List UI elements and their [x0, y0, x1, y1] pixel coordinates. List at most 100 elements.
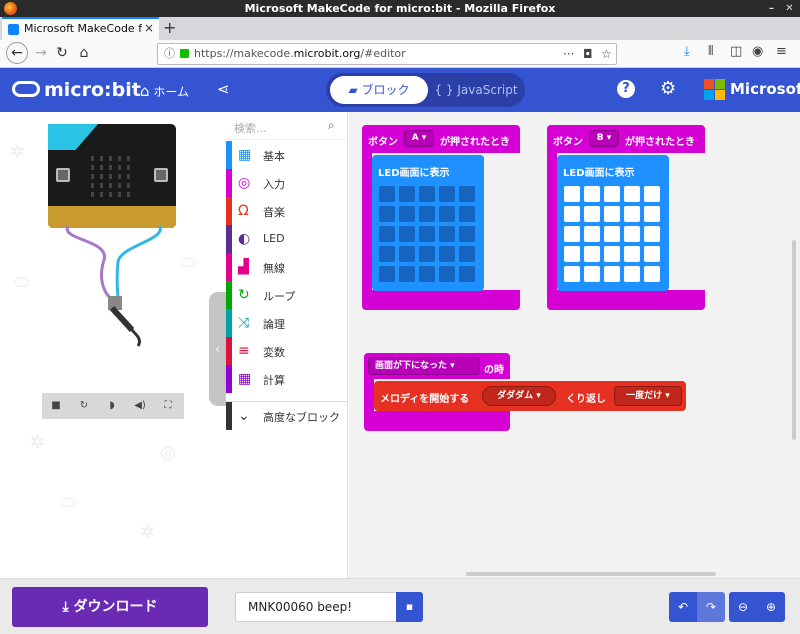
led-cell[interactable]: [624, 206, 640, 222]
led-cell[interactable]: [419, 246, 435, 262]
led-cell[interactable]: [564, 206, 580, 222]
led-cell[interactable]: [379, 266, 395, 282]
led-cell[interactable]: [644, 186, 660, 202]
melody-dropdown[interactable]: ダダダム ▾: [482, 386, 556, 406]
led-cell[interactable]: [604, 186, 620, 202]
button-a-event-block[interactable]: ボタン A ▾ が押されたとき: [362, 125, 520, 153]
mute-icon[interactable]: ◀): [126, 393, 154, 419]
led-cell[interactable]: [584, 266, 600, 282]
led-cell[interactable]: [644, 266, 660, 282]
show-leds-block-a[interactable]: LED画面に表示: [372, 155, 484, 291]
stop-icon[interactable]: ■: [42, 393, 70, 419]
led-cell[interactable]: [439, 206, 455, 222]
category-9[interactable]: ⌄ 高度なブロック: [226, 401, 348, 430]
category-4[interactable]: ▟ 無線: [226, 253, 348, 281]
led-cell[interactable]: [399, 206, 415, 222]
account-icon[interactable]: ◉: [752, 44, 763, 59]
page-actions-icon[interactable]: ···: [563, 44, 574, 64]
led-cell[interactable]: [439, 266, 455, 282]
led-cell[interactable]: [584, 186, 600, 202]
led-cell[interactable]: [604, 266, 620, 282]
led-cell[interactable]: [564, 226, 580, 242]
led-cell[interactable]: [644, 206, 660, 222]
led-cell[interactable]: [379, 246, 395, 262]
gesture-dropdown[interactable]: 画面が下になった ▾: [368, 357, 480, 375]
led-cell[interactable]: [584, 206, 600, 222]
category-6[interactable]: ⤨ 論理: [226, 309, 348, 337]
led-cell[interactable]: [604, 246, 620, 262]
led-cell[interactable]: [584, 246, 600, 262]
led-grid-b[interactable]: [564, 186, 664, 286]
tab-javascript[interactable]: { } JavaScript: [430, 76, 522, 104]
led-cell[interactable]: [399, 186, 415, 202]
led-cell[interactable]: [439, 246, 455, 262]
button-a-dropdown[interactable]: A ▾: [404, 130, 434, 147]
save-icon[interactable]: ▪: [396, 592, 423, 622]
close-window-icon[interactable]: ✕: [784, 3, 795, 14]
led-cell[interactable]: [379, 206, 395, 222]
led-cell[interactable]: [564, 246, 580, 262]
button-b-event-block[interactable]: ボタン B ▾ が押されたとき: [547, 125, 705, 153]
toolbox-search[interactable]: 検索... ⌕: [226, 114, 348, 140]
led-cell[interactable]: [459, 246, 475, 262]
category-1[interactable]: ◎ 入力: [226, 169, 348, 197]
redo-button[interactable]: ↷: [697, 592, 725, 622]
zoom-in-button[interactable]: ⊕: [757, 592, 785, 622]
led-cell[interactable]: [584, 226, 600, 242]
led-cell[interactable]: [564, 266, 580, 282]
led-cell[interactable]: [439, 226, 455, 242]
download-button[interactable]: ⤓ ダウンロード: [12, 587, 208, 627]
restart-icon[interactable]: ↻: [70, 393, 98, 419]
button-b-dropdown[interactable]: B ▾: [589, 130, 619, 147]
fullscreen-icon[interactable]: ⛶: [154, 393, 182, 419]
category-7[interactable]: ≡ 変数: [226, 337, 348, 365]
led-cell[interactable]: [624, 266, 640, 282]
repeat-dropdown[interactable]: 一度だけ ▾: [614, 386, 682, 406]
led-cell[interactable]: [459, 226, 475, 242]
vertical-scrollbar[interactable]: [792, 240, 796, 440]
led-cell[interactable]: [399, 266, 415, 282]
category-0[interactable]: ▦ 基本: [226, 141, 348, 169]
slowmo-icon[interactable]: ◗: [98, 393, 126, 419]
undo-button[interactable]: ↶: [669, 592, 697, 622]
led-cell[interactable]: [624, 246, 640, 262]
led-cell[interactable]: [564, 186, 580, 202]
led-cell[interactable]: [419, 226, 435, 242]
led-cell[interactable]: [644, 226, 660, 242]
horizontal-scrollbar[interactable]: [466, 572, 716, 576]
pocket-icon[interactable]: ◘: [583, 44, 593, 64]
gear-icon[interactable]: ⚙: [660, 78, 676, 99]
category-5[interactable]: ↻ ループ: [226, 281, 348, 309]
led-cell[interactable]: [439, 186, 455, 202]
led-cell[interactable]: [459, 266, 475, 282]
led-cell[interactable]: [604, 226, 620, 242]
led-cell[interactable]: [379, 186, 395, 202]
led-cell[interactable]: [459, 186, 475, 202]
menu-icon[interactable]: ≡: [776, 44, 787, 59]
category-3[interactable]: ◐ LED: [226, 225, 348, 253]
led-cell[interactable]: [379, 226, 395, 242]
bookmark-star-icon[interactable]: ☆: [601, 44, 612, 64]
zoom-out-button[interactable]: ⊖: [729, 592, 757, 622]
led-cell[interactable]: [459, 206, 475, 222]
library-icon[interactable]: ⫴: [708, 44, 713, 59]
led-cell[interactable]: [624, 186, 640, 202]
start-melody-block[interactable]: メロディを開始する ダダダム ▾ くり返し 一度だけ ▾: [374, 381, 686, 411]
minimize-icon[interactable]: –: [766, 3, 777, 14]
category-8[interactable]: ▦ 計算: [226, 365, 348, 393]
led-cell[interactable]: [419, 266, 435, 282]
collapse-simulator-button[interactable]: ‹: [209, 292, 226, 406]
led-cell[interactable]: [399, 246, 415, 262]
led-cell[interactable]: [419, 186, 435, 202]
sidebar-icon[interactable]: ◫: [730, 44, 742, 59]
url-bar[interactable]: ⓘ https://makecode.microbit.org/#editor …: [157, 43, 617, 65]
tab-blocks[interactable]: ▰ ブロック: [330, 76, 428, 104]
led-cell[interactable]: [644, 246, 660, 262]
led-cell[interactable]: [399, 226, 415, 242]
gesture-event-block[interactable]: 画面が下になった ▾ の時: [364, 353, 510, 379]
led-cell[interactable]: [624, 226, 640, 242]
download-arrow-icon[interactable]: ⤓: [684, 44, 690, 59]
show-leds-block-b[interactable]: LED画面に表示: [557, 155, 669, 291]
led-cell[interactable]: [419, 206, 435, 222]
led-grid-a[interactable]: [379, 186, 479, 286]
